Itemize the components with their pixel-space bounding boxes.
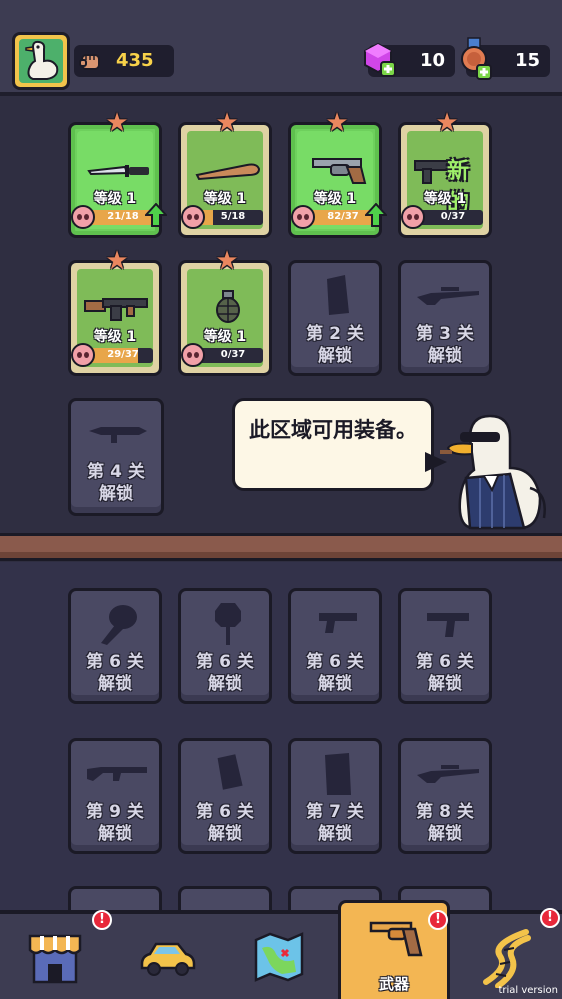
rifle-silhouette-icon <box>87 767 147 781</box>
unlock-stage: 第 2 关 <box>306 324 364 344</box>
shield-silhouette-icon <box>327 275 349 315</box>
nav-garage[interactable] <box>112 914 222 999</box>
pan-silhouette-icon <box>217 754 243 790</box>
skull-icon <box>401 205 425 229</box>
unlock-label: 解锁 <box>318 346 352 366</box>
dna-icon <box>483 929 531 988</box>
unlock-label: 解锁 <box>98 674 132 694</box>
unlock-stage: 第 6 关 <box>196 802 254 822</box>
skull-icon <box>291 205 315 229</box>
riot-shield-silhouette-icon <box>325 753 351 795</box>
gem-add-icon[interactable] <box>360 41 398 79</box>
nav-weapons-label: 武器 <box>378 975 409 993</box>
gem-value: 10 <box>419 50 445 71</box>
skull-icon <box>71 205 95 229</box>
nav-shop[interactable] <box>0 914 110 999</box>
knife-icon <box>87 165 149 177</box>
locked-card-pan[interactable]: 第 6 关 解锁 <box>178 738 272 854</box>
unlock-stage: 第 7 关 <box>306 802 364 822</box>
fist-icon <box>79 54 100 70</box>
unlock-stage: 第 6 关 <box>416 652 474 672</box>
tommy-gun-icon <box>84 298 148 321</box>
mafia-duck-icon <box>440 414 546 530</box>
star-icon: ★ <box>105 108 129 138</box>
trial-version-label: trial version <box>498 985 558 996</box>
baseball-bat-icon <box>195 163 261 181</box>
top-bar: 435 10 15 <box>0 0 562 96</box>
unlock-stage: 第 6 关 <box>306 652 364 672</box>
unlock-label: 解锁 <box>428 824 462 844</box>
star-icon: ★ <box>215 108 239 138</box>
unlock-label: 解锁 <box>318 674 352 694</box>
unlock-label: 解锁 <box>318 824 352 844</box>
unlock-label: 解锁 <box>428 346 462 366</box>
goose-avatar-icon <box>19 39 63 83</box>
evolution-alert-badge: ! <box>540 908 560 928</box>
gem-counter[interactable]: 10 <box>364 42 455 77</box>
unlock-label: 解锁 <box>428 674 462 694</box>
locked-card-shield[interactable]: 第 2 关 解锁 <box>288 260 382 376</box>
unlock-label: 解锁 <box>98 824 132 844</box>
weapon-card-tommy-gun[interactable]: ★ 等级 1 29/37 <box>68 248 162 376</box>
locked-card-rocket[interactable]: 第 4 关 解锁 <box>68 398 164 516</box>
locked-card-sniper-2[interactable]: 第 8 关 解锁 <box>398 738 492 854</box>
locked-card-ak[interactable]: 第 9 关 解锁 <box>68 738 162 854</box>
shop-icon <box>28 934 82 984</box>
unlock-stage: 第 8 关 <box>416 802 474 822</box>
skull-icon <box>181 205 205 229</box>
weapon-card-grenade[interactable]: ★ 等级 1 0/37 <box>178 248 272 376</box>
upgrade-arrow-icon[interactable] <box>365 203 387 227</box>
unlock-stage: 第 6 关 <box>196 652 254 672</box>
rocket-launcher-silhouette-icon <box>89 427 147 443</box>
nav-map[interactable] <box>222 914 332 999</box>
locked-card-sniper[interactable]: 第 3 关 解锁 <box>398 260 492 376</box>
skull-icon <box>181 343 205 367</box>
speech-bubble: 此区域可用装备。 <box>232 398 434 491</box>
locked-card-riot-shield[interactable]: 第 7 关 解锁 <box>288 738 382 854</box>
unlock-stage: 第 6 关 <box>86 652 144 672</box>
weapons-alert-badge: ! <box>428 910 448 930</box>
unlock-label: 解锁 <box>99 484 133 504</box>
revolver-icon <box>312 158 367 184</box>
locked-card-uzi[interactable]: 第 6 关 解锁 <box>398 588 492 704</box>
grenade-icon <box>216 290 240 323</box>
sniper-silhouette-icon <box>417 287 479 305</box>
unlock-stage: 第 9 关 <box>86 802 144 822</box>
sniper-silhouette-icon <box>417 765 479 783</box>
shelf-divider <box>0 533 562 561</box>
power-value: 435 <box>116 50 154 71</box>
unlock-stage: 第 4 关 <box>87 462 145 482</box>
map-icon <box>254 932 304 982</box>
unlock-stage: 第 3 关 <box>416 324 474 344</box>
stop-sign-silhouette-icon <box>215 603 241 645</box>
power-counter: 435 <box>74 45 174 77</box>
revolver-icon <box>369 921 423 957</box>
shop-alert-badge: ! <box>92 910 112 930</box>
skull-icon <box>71 343 95 367</box>
weapon-card-smg[interactable]: ★ 新的 等级 1 0/37 <box>398 110 492 238</box>
weapon-card-knife[interactable]: ★ 等级 1 21/18 <box>68 110 167 238</box>
unlock-label: 解锁 <box>208 674 242 694</box>
locked-card-sign[interactable]: 第 6 关 解锁 <box>178 588 272 704</box>
medal-value: 15 <box>514 50 540 71</box>
medal-add-icon[interactable] <box>456 37 494 81</box>
uzi-silhouette-icon <box>427 613 469 637</box>
star-icon: ★ <box>215 246 239 276</box>
player-avatar[interactable] <box>12 32 70 90</box>
medal-counter[interactable]: 15 <box>461 37 550 80</box>
locked-card-pistol[interactable]: 第 6 关 解锁 <box>288 588 382 704</box>
weapon-card-revolver[interactable]: ★ 等级 1 82/37 <box>288 110 387 238</box>
star-icon: ★ <box>325 108 349 138</box>
drumstick-silhouette-icon <box>101 605 137 645</box>
star-icon: ★ <box>435 108 459 138</box>
unlock-label: 解锁 <box>208 824 242 844</box>
weapon-card-bat[interactable]: ★ 等级 1 5/18 <box>178 110 272 238</box>
bottom-nav: ! 武器 ! ! trial version <box>0 900 562 999</box>
star-icon: ★ <box>105 246 129 276</box>
locked-card-drumstick[interactable]: 第 6 关 解锁 <box>68 588 162 704</box>
car-icon <box>140 942 196 976</box>
pistol-silhouette-icon <box>319 613 357 633</box>
upgrade-arrow-icon[interactable] <box>145 203 167 227</box>
